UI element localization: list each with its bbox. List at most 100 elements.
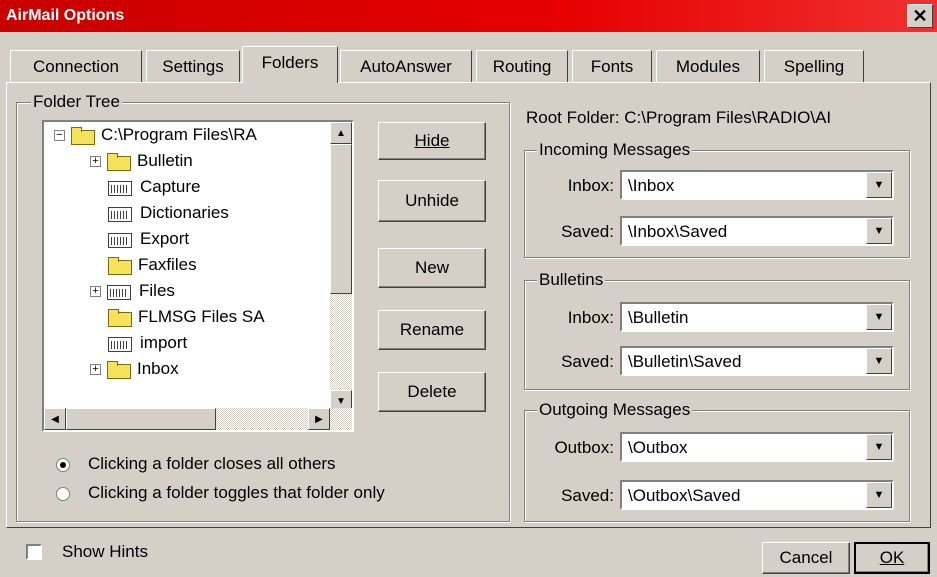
outgoing-saved-select[interactable]: \Outbox\Saved ▼ [620,480,894,510]
tab-label: Connection [32,56,119,76]
outgoing-messages-title: Outgoing Messages [537,400,693,420]
tree-item-dictionaries[interactable]: Dictionaries [108,200,229,226]
folder-icon [107,153,131,171]
delete-button[interactable]: Delete [378,372,486,412]
bulletins-saved-select[interactable]: \Bulletin\Saved ▼ [620,346,894,376]
tree-item-capture[interactable]: Capture [108,174,200,200]
radio-closes-all[interactable] [56,458,70,472]
chevron-down-icon[interactable]: ▼ [866,172,892,198]
tab-label: Settings [162,56,224,76]
scroll-left-icon[interactable]: ◀ [44,408,66,430]
tree-item-export[interactable]: Export [108,226,189,252]
tab-modules[interactable]: Modules [656,50,760,82]
outgoing-saved-label: Saved: [561,486,614,505]
incoming-saved-value: \Inbox\Saved [628,222,728,241]
tree-item-bulletin[interactable]: + Bulletin [90,148,193,174]
collapse-icon[interactable]: − [54,129,65,141]
tree-item-label: FLMSG Files SA [138,307,265,326]
tab-autoanswer[interactable]: AutoAnswer [340,50,472,82]
tree-item-label: Bulletin [137,151,193,170]
tree-item-label: C:\Program Files\RA [101,125,257,144]
rename-button-label: Rename [399,320,465,339]
tree-item-root[interactable]: − C:\Program Files\RA [54,122,257,148]
open-folder-icon [108,335,132,352]
chevron-down-icon[interactable]: ▼ [866,304,892,330]
scroll-up-icon[interactable]: ▲ [330,122,352,144]
open-folder-icon [108,231,132,248]
vertical-scroll-thumb[interactable] [330,144,352,294]
bulletins-inbox-select[interactable]: \Bulletin ▼ [620,302,894,332]
bulletins-saved-label: Saved: [561,352,614,371]
tree-item-import[interactable]: import [108,330,187,356]
chevron-down-icon[interactable]: ▼ [866,482,892,508]
close-button[interactable]: ✕ [907,4,933,28]
unhide-button[interactable]: Unhide [378,180,486,222]
tab-label: Modules [675,56,741,76]
horizontal-scroll-thumb[interactable] [66,408,216,430]
radio-toggle-only[interactable] [56,487,70,501]
expand-icon[interactable]: + [90,285,101,297]
tab-label: Folders [261,53,319,72]
incoming-inbox-select[interactable]: \Inbox ▼ [620,170,894,200]
outgoing-saved-value: \Outbox\Saved [628,486,741,505]
chevron-down-icon[interactable]: ▼ [866,218,892,244]
unhide-button-label: Unhide [405,191,459,210]
outbox-select[interactable]: \Outbox ▼ [620,432,894,462]
tab-label: Routing [492,56,552,76]
folder-icon [108,257,132,275]
tree-item-faxfiles[interactable]: Faxfiles [108,252,197,278]
rename-button[interactable]: Rename [378,310,486,350]
bulletins-title: Bulletins [537,270,606,290]
tree-item-files[interactable]: + Files [90,278,175,304]
tab-strip: Connection Settings Folders AutoAnswer R… [0,46,937,83]
cancel-button-label: Cancel [779,548,833,567]
vertical-scrollbar[interactable]: ▲ ▼ [330,122,352,412]
horizontal-scrollbar[interactable]: ◀ ▶ [44,408,352,430]
window-title: AirMail Options [6,7,125,24]
tab-settings[interactable]: Settings [146,50,240,82]
chevron-down-icon[interactable]: ▼ [866,434,892,460]
folder-tree-label: Folder Tree [31,92,122,112]
tab-label: Fonts [590,56,634,76]
tree-item-flmsg-files[interactable]: FLMSG Files SA [108,304,265,330]
show-hints-checkbox[interactable] [26,544,42,560]
outbox-label: Outbox: [554,438,614,457]
incoming-inbox-label: Inbox: [567,176,614,195]
chevron-down-icon[interactable]: ▼ [866,348,892,374]
delete-button-label: Delete [407,382,457,401]
scroll-right-icon[interactable]: ▶ [308,408,330,430]
tab-label: Spelling [783,56,845,76]
show-hints-label[interactable]: Show Hints [62,542,148,562]
outbox-value: \Outbox [628,438,688,457]
tree-item-label: Export [140,229,190,248]
hide-button-label: Hide [414,131,450,150]
open-folder-icon [108,205,132,222]
tree-item-inbox[interactable]: + Inbox [90,356,179,382]
expand-icon[interactable]: + [90,155,101,167]
title-bar: AirMail Options ✕ [0,0,937,32]
tab-routing[interactable]: Routing [476,50,568,82]
open-folder-icon [107,283,131,300]
radio-closes-all-label[interactable]: Clicking a folder closes all others [88,454,336,474]
tree-item-label: Capture [140,177,201,196]
folder-tree[interactable]: − C:\Program Files\RA + Bulletin Capture… [42,120,354,432]
folder-icon [71,127,95,145]
tab-spelling[interactable]: Spelling [764,50,864,82]
incoming-messages-title: Incoming Messages [537,140,693,160]
bulletins-inbox-label: Inbox: [567,308,614,327]
incoming-inbox-value: \Inbox [628,176,675,195]
tree-item-label: Inbox [137,359,179,378]
radio-toggle-only-label[interactable]: Clicking a folder toggles that folder on… [88,483,385,503]
cancel-button[interactable]: Cancel [762,542,850,574]
ok-button[interactable]: OK [854,542,930,574]
tab-label: AutoAnswer [360,56,452,76]
tab-folders[interactable]: Folders [242,46,338,83]
new-button[interactable]: New [378,248,486,288]
incoming-saved-select[interactable]: \Inbox\Saved ▼ [620,216,894,246]
tab-fonts[interactable]: Fonts [572,50,652,82]
close-icon: ✕ [912,6,928,26]
expand-icon[interactable]: + [90,363,101,375]
tab-connection[interactable]: Connection [10,50,142,82]
hide-button[interactable]: Hide [378,122,486,160]
root-folder-label: Root Folder: C:\Program Files\RADIO\AI [526,108,832,127]
